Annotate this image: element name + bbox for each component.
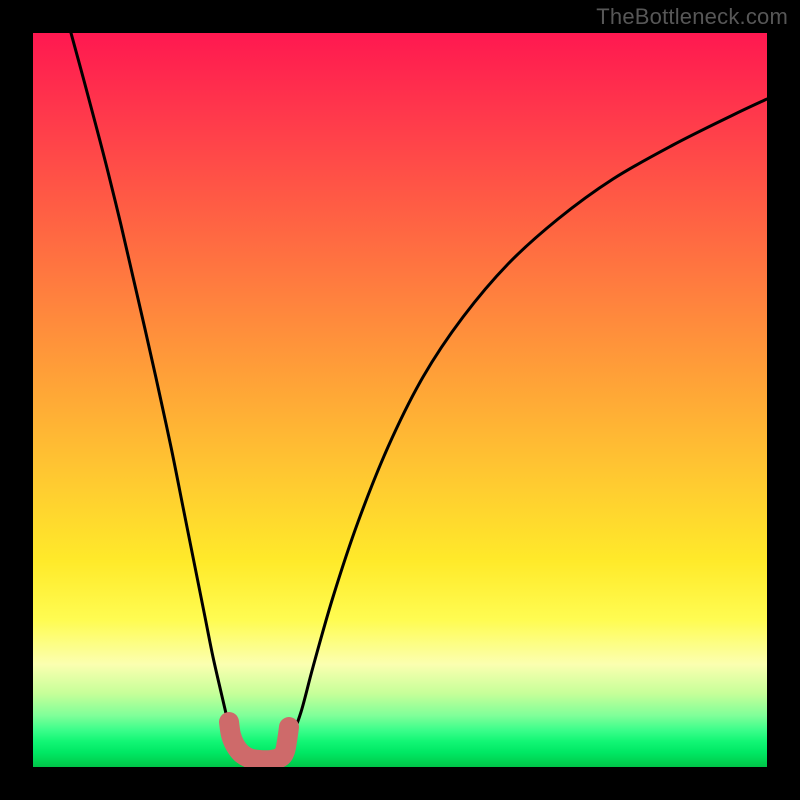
chart-frame: TheBottleneck.com [0,0,800,800]
highlight-segment-path [229,722,289,760]
bottleneck-curve-svg [33,33,767,767]
bottleneck-curve-path [71,33,767,762]
watermark-text: TheBottleneck.com [596,4,788,30]
plot-area [33,33,767,767]
